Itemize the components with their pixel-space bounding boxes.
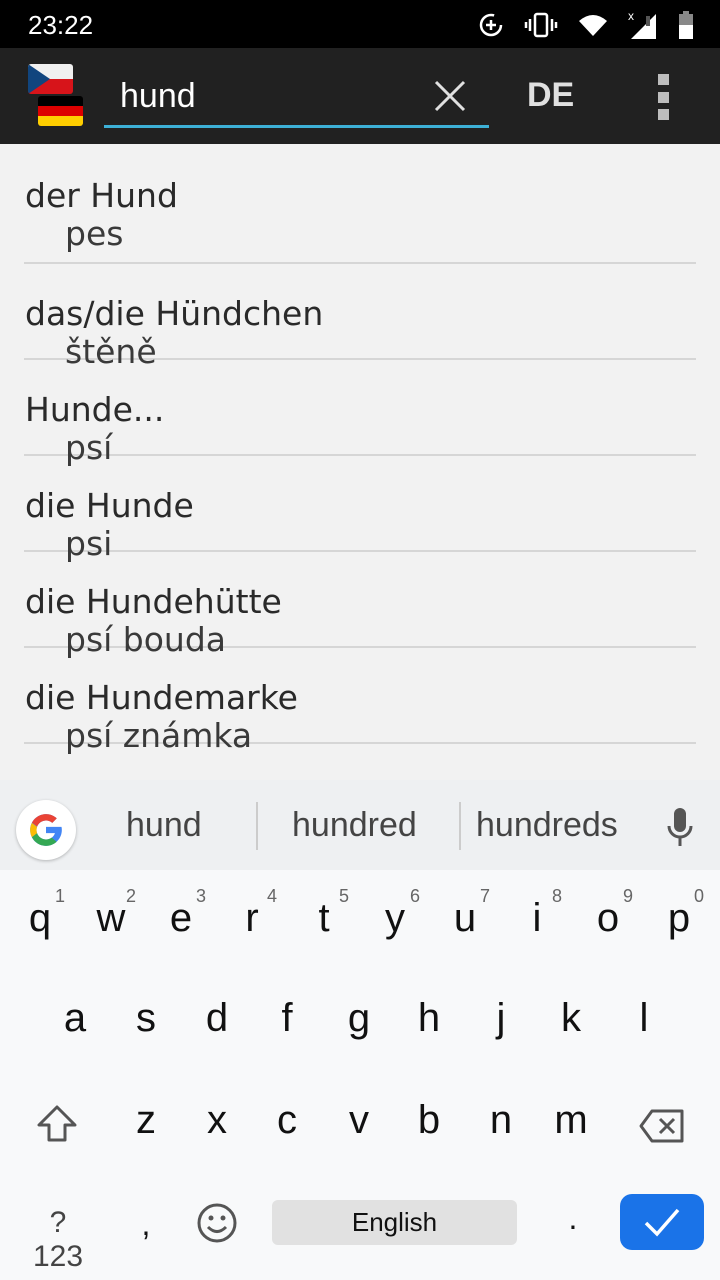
comma-key[interactable]: ,: [116, 1206, 176, 1243]
battery-icon: [679, 11, 693, 39]
key-s[interactable]: s: [116, 996, 176, 1041]
microphone-icon[interactable]: [666, 806, 694, 848]
german-flag-icon: [38, 96, 83, 126]
emoji-icon[interactable]: [196, 1202, 238, 1244]
key-x[interactable]: x: [187, 1098, 247, 1143]
german-term: die Hundemarke: [25, 678, 298, 717]
status-bar: 23:22 x: [0, 0, 720, 48]
result-row[interactable]: das/die Hündchen štěně: [24, 264, 696, 371]
german-term: die Hunde: [25, 486, 194, 525]
keyboard: ?123 , English . q1w2e3r4t5y6u7i8o9p0asd…: [0, 870, 720, 1280]
wifi-icon: [579, 15, 607, 36]
suggestion-1[interactable]: hund: [126, 806, 202, 845]
german-term: Hunde...: [25, 390, 165, 429]
key-hint: 4: [267, 886, 278, 906]
czech-translation: psí známka: [65, 716, 253, 755]
key-k[interactable]: k: [541, 996, 601, 1041]
key-n[interactable]: n: [471, 1098, 531, 1143]
german-term: die Hundehütte: [25, 582, 282, 621]
divider: [459, 802, 461, 850]
signal-icon: x: [628, 10, 656, 39]
clear-search-icon[interactable]: [430, 76, 470, 116]
key-c[interactable]: c: [257, 1098, 317, 1143]
language-toggle-button[interactable]: DE: [527, 76, 574, 115]
key-hint: 3: [196, 886, 207, 906]
key-f[interactable]: f: [257, 996, 317, 1041]
result-row[interactable]: die Hundehütte psí bouda: [24, 552, 696, 659]
key-v[interactable]: v: [329, 1098, 389, 1143]
overflow-menu-icon[interactable]: [655, 74, 671, 120]
vibrate-icon: [524, 12, 558, 38]
backspace-icon[interactable]: [638, 1108, 686, 1144]
key-hint: 1: [55, 886, 66, 906]
enter-button[interactable]: [620, 1194, 704, 1250]
key-hint: 6: [410, 886, 421, 906]
result-row[interactable]: die Hunde psi: [24, 456, 696, 563]
period-key[interactable]: .: [543, 1200, 603, 1237]
language-pair-switch[interactable]: [28, 64, 88, 126]
svg-text:x: x: [628, 10, 634, 23]
shift-icon[interactable]: [36, 1104, 78, 1144]
suggestion-2[interactable]: hundred: [292, 806, 417, 845]
german-term: das/die Hündchen: [25, 294, 324, 333]
search-input[interactable]: [104, 68, 424, 124]
clock: 23:22: [28, 10, 94, 40]
key-l[interactable]: l: [614, 996, 674, 1041]
key-hint: 8: [552, 886, 563, 906]
symbols-key[interactable]: ?123: [28, 1206, 88, 1274]
key-h[interactable]: h: [399, 996, 459, 1041]
google-icon: [30, 814, 62, 846]
key-a[interactable]: a: [45, 996, 105, 1041]
key-m[interactable]: m: [541, 1098, 601, 1143]
key-hint: 5: [339, 886, 350, 906]
key-j[interactable]: j: [471, 996, 531, 1041]
google-search-button[interactable]: [16, 800, 76, 860]
key-hint: 9: [623, 886, 634, 906]
checkmark-icon: [644, 1208, 680, 1237]
data-saver-icon: [479, 13, 503, 37]
czech-translation: pes: [65, 214, 124, 253]
suggestion-strip: hund hundred hundreds: [0, 780, 720, 870]
key-d[interactable]: d: [187, 996, 247, 1041]
key-g[interactable]: g: [329, 996, 389, 1041]
result-row[interactable]: die Hundemarke psí známka: [24, 648, 696, 755]
result-row[interactable]: der Hund pes: [24, 144, 696, 264]
suggestion-3[interactable]: hundreds: [476, 806, 618, 845]
key-hint: 2: [126, 886, 137, 906]
key-hint: 0: [694, 886, 705, 906]
key-hint: 7: [480, 886, 491, 906]
key-z[interactable]: z: [116, 1098, 176, 1143]
toolbar: DE: [0, 48, 720, 144]
key-b[interactable]: b: [399, 1098, 459, 1143]
space-bar[interactable]: English: [272, 1200, 517, 1245]
results-list: der Hund pes das/die Hündchen štěně Hunde...…: [0, 144, 720, 780]
result-row[interactable]: Hunde... psí: [24, 360, 696, 467]
german-term: der Hund: [25, 176, 178, 215]
divider: [256, 802, 258, 850]
czech-flag-icon: [28, 64, 73, 94]
